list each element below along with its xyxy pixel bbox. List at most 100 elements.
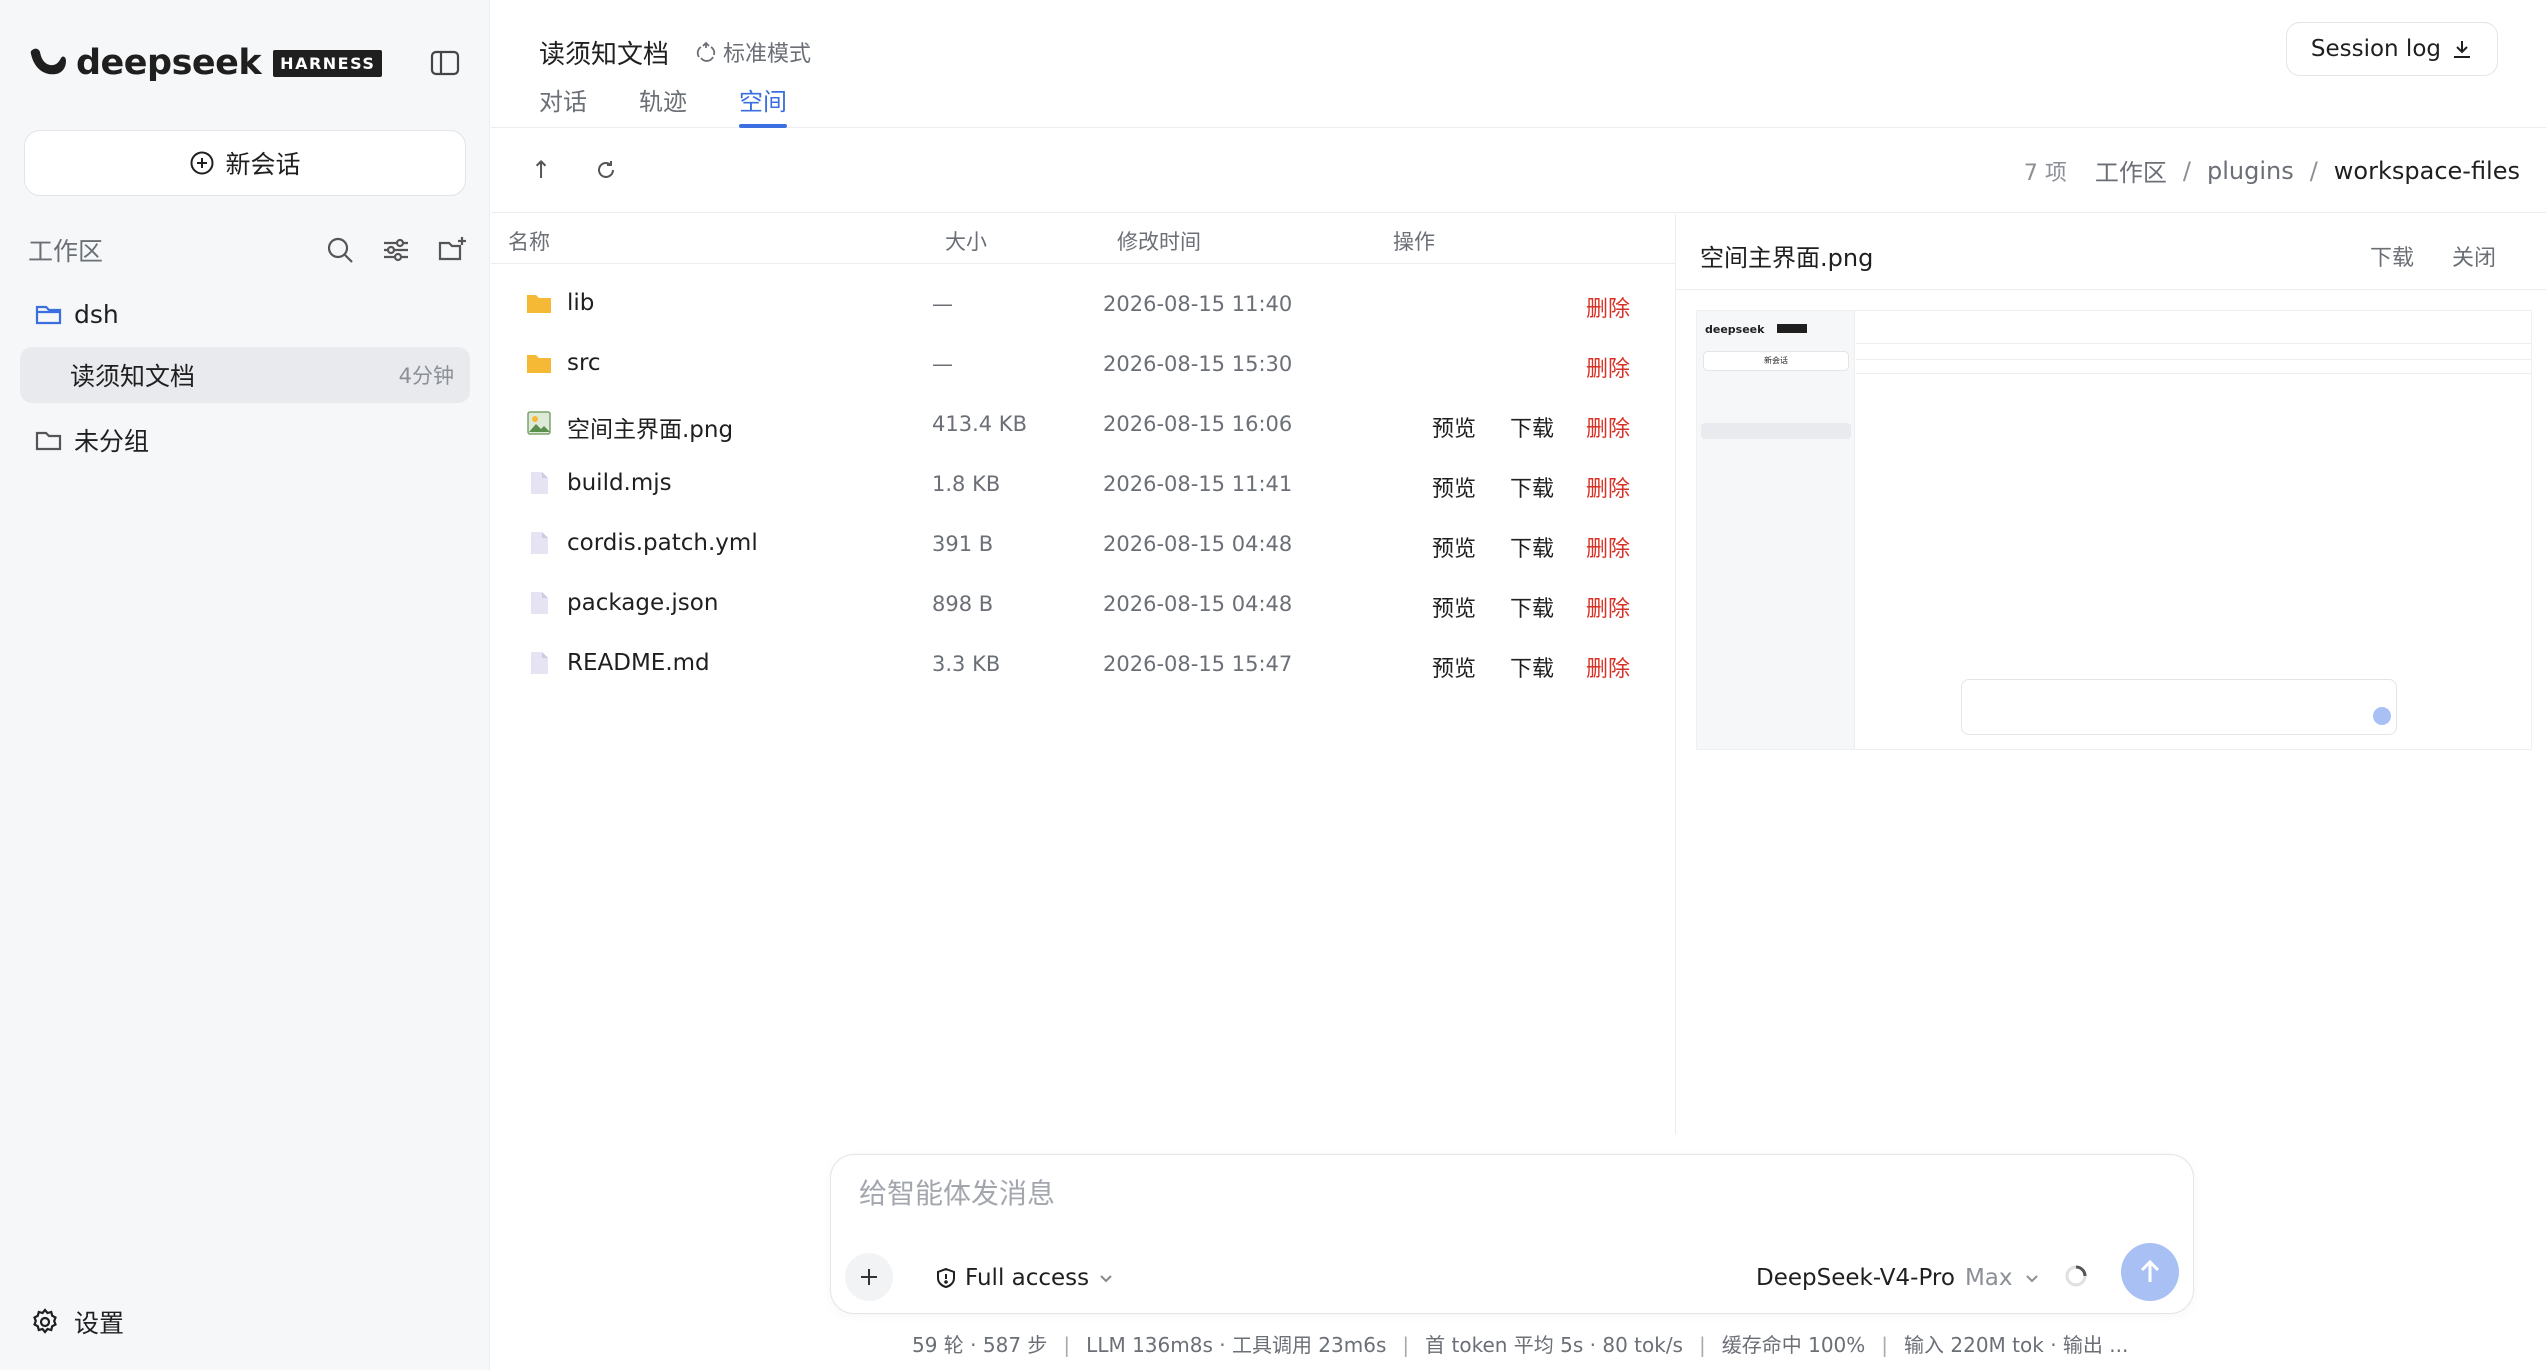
search-icon[interactable]	[324, 234, 356, 266]
file-modified: 2026-08-15 15:30	[1103, 352, 1293, 376]
up-arrow-icon[interactable]: ↑	[526, 155, 556, 185]
new-folder-icon[interactable]	[436, 234, 468, 266]
pane-divider[interactable]	[1675, 214, 1676, 1134]
download-button[interactable]: 下载	[1510, 591, 1554, 623]
status-cache-hit: 缓存命中 100%	[1721, 1333, 1866, 1357]
workspace-label: 工作区	[28, 237, 104, 266]
preview-image: deepseek 新会话	[1696, 310, 2532, 750]
delete-button[interactable]: 删除	[1586, 471, 1630, 503]
chevron-down-icon	[1100, 1275, 1112, 1283]
table-row[interactable]: package.json 898 B 2026-08-15 04:48 预览 下…	[491, 574, 1675, 634]
tab-trace[interactable]: 轨迹	[639, 82, 687, 128]
group-name: dsh	[74, 299, 119, 329]
tab-space[interactable]: 空间	[739, 82, 787, 128]
access-selector[interactable]: Full access	[935, 1265, 1123, 1291]
folder-icon	[527, 295, 551, 313]
mode-indicator[interactable]: 标准模式	[695, 36, 811, 68]
table-row[interactable]: cordis.patch.yml 391 B 2026-08-15 04:48 …	[491, 514, 1675, 574]
column-modified[interactable]: 修改时间	[1117, 226, 1201, 256]
preview-button[interactable]: 预览	[1432, 651, 1476, 683]
thumbnail-send	[2373, 707, 2391, 725]
breadcrumb-separator: /	[2182, 156, 2191, 185]
brand-logo: deepseek HARNESS	[28, 42, 383, 84]
breadcrumb-current: workspace-files	[2333, 156, 2520, 185]
file-size: 391 B	[932, 532, 994, 556]
delete-button[interactable]: 删除	[1586, 531, 1630, 563]
download-button[interactable]: 下载	[1510, 651, 1554, 683]
download-button[interactable]: 下载	[1510, 471, 1554, 503]
table-row[interactable]: lib — 2026-08-15 11:40 删除	[491, 274, 1675, 334]
sidebar-item-session[interactable]: 读须知文档 4分钟	[20, 347, 470, 403]
preview-button[interactable]: 预览	[1432, 591, 1476, 623]
delete-button[interactable]: 删除	[1586, 651, 1630, 683]
status-turns: 59 轮 · 587 步	[912, 1333, 1048, 1357]
download-button[interactable]: 下载	[1510, 411, 1554, 443]
file-icon	[531, 652, 548, 674]
file-name: README.md	[567, 650, 710, 676]
breadcrumb-item[interactable]: plugins	[2207, 157, 2294, 185]
delete-button[interactable]: 删除	[1586, 351, 1630, 383]
download-icon	[2454, 41, 2470, 58]
sidebar-group-dsh[interactable]: dsh	[20, 286, 470, 342]
status-separator: |	[1063, 1333, 1071, 1357]
settings-label: 设置	[74, 1309, 125, 1338]
new-chat-button[interactable]: 新会话	[24, 130, 466, 196]
loading-spinner-icon	[2065, 1265, 2087, 1287]
breadcrumb: 7 项 工作区 / plugins / workspace-files	[2024, 153, 2520, 188]
session-log-button[interactable]: Session log	[2285, 22, 2498, 76]
message-input[interactable]	[859, 1177, 2159, 1210]
table-row[interactable]: 空间主界面.png 413.4 KB 2026-08-15 16:06 预览 下…	[491, 394, 1675, 454]
file-toolbar: ↑ 7 项 工作区 / plugins / workspace-files	[491, 129, 2546, 213]
new-chat-label: 新会话	[225, 150, 301, 179]
thumbnail-sidebar	[1697, 311, 1855, 749]
preview-close-button[interactable]: 关闭	[2452, 240, 2496, 272]
page-title: 读须知文档	[539, 40, 670, 70]
file-modified: 2026-08-15 16:06	[1103, 412, 1293, 436]
table-row[interactable]: src — 2026-08-15 15:30 删除	[491, 334, 1675, 394]
preview-button[interactable]: 预览	[1432, 471, 1476, 503]
download-button[interactable]: 下载	[1510, 531, 1554, 563]
status-separator: |	[1698, 1333, 1706, 1357]
file-size: 3.3 KB	[932, 652, 1001, 676]
model-selector[interactable]: DeepSeek-V4-Pro Max	[1756, 1265, 2041, 1291]
status-token-speed: 首 token 平均 5s · 80 tok/s	[1425, 1333, 1683, 1357]
preview-download-button[interactable]: 下载	[2370, 240, 2414, 272]
sidebar-group-ungrouped[interactable]: 未分组	[20, 412, 470, 468]
column-name[interactable]: 名称	[508, 226, 550, 256]
preview-button[interactable]: 预览	[1432, 531, 1476, 563]
breadcrumb-separator: /	[2309, 156, 2318, 185]
thumbnail-brand: deepseek	[1705, 323, 1765, 336]
view-tabs: 对话 轨迹 空间	[539, 82, 839, 128]
thumbnail-badge	[1777, 324, 1807, 333]
gear-icon	[33, 1308, 57, 1334]
delete-button[interactable]: 删除	[1586, 411, 1630, 443]
preview-button[interactable]: 预览	[1432, 411, 1476, 443]
brand-name: deepseek	[76, 43, 262, 83]
whale-logo-icon	[30, 48, 66, 75]
breadcrumb-item[interactable]: 工作区	[2095, 153, 2167, 188]
message-composer: Full access DeepSeek-V4-Pro Max	[830, 1154, 2194, 1314]
file-name: build.mjs	[567, 470, 672, 496]
column-size[interactable]: 大小	[945, 226, 987, 256]
delete-button[interactable]: 删除	[1586, 291, 1630, 323]
file-modified: 2026-08-15 11:40	[1103, 292, 1293, 316]
refresh-icon[interactable]	[591, 155, 621, 185]
attach-button[interactable]	[845, 1253, 893, 1301]
send-button[interactable]	[2121, 1243, 2179, 1301]
filter-sliders-icon[interactable]	[380, 234, 412, 266]
group-name: 未分组	[74, 427, 150, 456]
thumbnail-composer	[1961, 679, 2397, 735]
shield-icon	[937, 1267, 955, 1289]
item-count: 7 项	[2023, 160, 2067, 186]
table-row[interactable]: build.mjs 1.8 KB 2026-08-15 11:41 预览 下载 …	[491, 454, 1675, 514]
file-table-header: 名称 大小 修改时间 操作	[491, 214, 1675, 264]
delete-button[interactable]: 删除	[1586, 591, 1630, 623]
file-size: —	[932, 352, 953, 376]
sidebar-toggle-icon[interactable]	[428, 46, 462, 80]
folder-icon	[35, 431, 62, 451]
table-row[interactable]: README.md 3.3 KB 2026-08-15 15:47 预览 下载 …	[491, 634, 1675, 694]
file-modified: 2026-08-15 04:48	[1103, 592, 1293, 616]
tab-chat[interactable]: 对话	[539, 82, 587, 128]
settings-button[interactable]: 设置	[30, 1304, 124, 1340]
thumbnail-divider	[1856, 359, 2531, 360]
